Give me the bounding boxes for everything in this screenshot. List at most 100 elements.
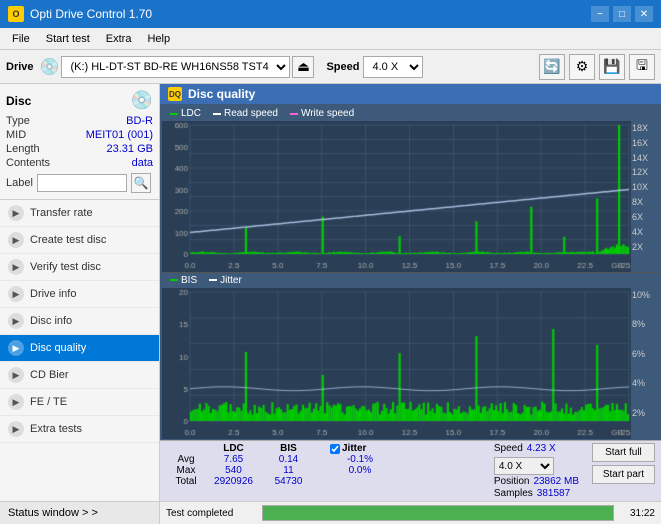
sidebar-item-disc-quality[interactable]: ▶ Disc quality bbox=[0, 335, 159, 362]
progress-bar-outer bbox=[262, 505, 614, 521]
cd-bier-icon: ▶ bbox=[8, 367, 24, 383]
disc-contents-label: Contents bbox=[6, 157, 50, 169]
legend-jitter: Jitter bbox=[209, 275, 242, 286]
disc-length-label: Length bbox=[6, 143, 40, 155]
position-key: Position bbox=[494, 476, 530, 487]
y1-4x: 4X bbox=[632, 227, 658, 237]
y2-2pct: 2% bbox=[632, 408, 658, 418]
disc-contents-val: data bbox=[132, 157, 153, 169]
maximize-button[interactable]: □ bbox=[613, 6, 631, 22]
disc-label-input[interactable] bbox=[37, 174, 127, 192]
menu-file[interactable]: File bbox=[4, 31, 38, 47]
disc-header: Disc 💿 bbox=[6, 90, 153, 111]
disc-mid-label: MID bbox=[6, 129, 26, 141]
legend-ldc-label: LDC bbox=[181, 108, 201, 119]
sidebar-item-cd-bier[interactable]: ▶ CD Bier bbox=[0, 362, 159, 389]
speed-val: 4.23 X bbox=[527, 443, 556, 454]
verify-test-disc-icon: ▶ bbox=[8, 259, 24, 275]
avg-bis: 0.14 bbox=[261, 454, 316, 465]
sidebar-item-verify-test-disc[interactable]: ▶ Verify test disc bbox=[0, 254, 159, 281]
speed-position-section: Speed 4.23 X 4.0 X Position 23862 MB Sam… bbox=[494, 443, 584, 499]
menu-extra[interactable]: Extra bbox=[98, 31, 140, 47]
menu-bar: File Start test Extra Help bbox=[0, 28, 661, 50]
burn-button[interactable]: 💾 bbox=[599, 54, 625, 80]
max-jitter: 0.0% bbox=[330, 465, 390, 476]
sidebar-item-fe-te[interactable]: ▶ FE / TE bbox=[0, 389, 159, 416]
stats-h-ldc: LDC bbox=[206, 443, 261, 454]
total-ldc: 2920926 bbox=[206, 476, 261, 487]
stats-speed-select[interactable]: 4.0 X bbox=[494, 457, 554, 475]
close-button[interactable]: ✕ bbox=[635, 6, 653, 22]
avg-label: Avg bbox=[166, 454, 206, 465]
stats-total-row: Total 2920926 54730 bbox=[166, 476, 490, 487]
sidebar-item-create-test-disc[interactable]: ▶ Create test disc bbox=[0, 227, 159, 254]
eject-button[interactable]: ⏏ bbox=[292, 56, 314, 78]
legend-jitter-label: Jitter bbox=[220, 275, 242, 286]
y1-2x: 2X bbox=[632, 242, 658, 252]
app-icon: O bbox=[8, 6, 24, 22]
total-bis: 54730 bbox=[261, 476, 316, 487]
disc-quality-title: Disc quality bbox=[188, 87, 255, 101]
disc-title: Disc bbox=[6, 94, 31, 108]
progress-text: Test completed bbox=[166, 508, 256, 519]
legend-read-speed-color bbox=[213, 113, 221, 115]
avg-sep bbox=[316, 454, 330, 465]
y1-14x: 14X bbox=[632, 153, 658, 163]
chart1-area: 18X 16X 14X 12X 10X 8X 6X 4X 2X bbox=[162, 121, 659, 272]
sidebar: Disc 💿 Type BD-R MID MEIT01 (001) Length… bbox=[0, 84, 160, 524]
progress-bar-inner bbox=[263, 506, 613, 520]
create-test-disc-label: Create test disc bbox=[30, 234, 106, 246]
speed-key: Speed bbox=[494, 443, 523, 454]
disc-length-val: 23.31 GB bbox=[107, 143, 153, 155]
disc-mid-val: MEIT01 (001) bbox=[86, 129, 153, 141]
chart1-container: LDC Read speed Write speed 18X bbox=[162, 106, 659, 272]
speed-select-row: 4.0 X bbox=[494, 457, 584, 475]
y1-10x: 10X bbox=[632, 182, 658, 192]
legend-ldc-color bbox=[170, 113, 178, 115]
sidebar-item-extra-tests[interactable]: ▶ Extra tests bbox=[0, 416, 159, 443]
disc-quality-label: Disc quality bbox=[30, 342, 86, 354]
disc-quality-header: DQ Disc quality bbox=[160, 84, 661, 104]
legend-read-speed: Read speed bbox=[213, 108, 278, 119]
legend-write-speed-label: Write speed bbox=[301, 108, 354, 119]
speed-label: Speed bbox=[326, 61, 359, 73]
settings-button[interactable]: ⚙ bbox=[569, 54, 595, 80]
start-part-button[interactable]: Start part bbox=[592, 465, 655, 484]
sidebar-item-drive-info[interactable]: ▶ Drive info bbox=[0, 281, 159, 308]
menu-start-test[interactable]: Start test bbox=[38, 31, 98, 47]
speed-select[interactable]: 4.0 X bbox=[363, 56, 423, 78]
refresh-button[interactable]: 🔄 bbox=[539, 54, 565, 80]
progress-area: Test completed 31:22 bbox=[160, 501, 661, 524]
sidebar-item-transfer-rate[interactable]: ▶ Transfer rate bbox=[0, 200, 159, 227]
disc-label-button[interactable]: 🔍 bbox=[131, 173, 151, 193]
menu-help[interactable]: Help bbox=[139, 31, 178, 47]
stats-table: LDC BIS Jitter Avg 7.65 0.14 bbox=[166, 443, 490, 487]
stats-headers: LDC BIS Jitter bbox=[166, 443, 490, 454]
main-area: Disc 💿 Type BD-R MID MEIT01 (001) Length… bbox=[0, 84, 661, 524]
title-bar: O Opti Drive Control 1.70 − □ ✕ bbox=[0, 0, 661, 28]
y2-8pct: 8% bbox=[632, 319, 658, 329]
disc-quality-header-icon: DQ bbox=[168, 87, 182, 101]
extra-tests-icon: ▶ bbox=[8, 421, 24, 437]
legend-bis: BIS bbox=[170, 275, 197, 286]
y2-4pct: 4% bbox=[632, 378, 658, 388]
status-window[interactable]: Status window > > bbox=[0, 501, 159, 524]
toolbar: Drive 💿 (K:) HL-DT-ST BD-RE WH16NS58 TST… bbox=[0, 50, 661, 84]
y1-18x: 18X bbox=[632, 123, 658, 133]
sidebar-item-disc-info[interactable]: ▶ Disc info bbox=[0, 308, 159, 335]
jitter-label: Jitter bbox=[342, 443, 366, 454]
window-controls: − □ ✕ bbox=[591, 6, 653, 22]
minimize-button[interactable]: − bbox=[591, 6, 609, 22]
start-buttons: Start full Start part bbox=[592, 443, 655, 484]
disc-section-icon: 💿 bbox=[131, 90, 153, 111]
avg-jitter: -0.1% bbox=[330, 454, 390, 465]
status-window-label: Status window > > bbox=[8, 507, 98, 519]
drive-label: Drive bbox=[6, 61, 34, 73]
jitter-checkbox[interactable] bbox=[330, 444, 340, 454]
cd-bier-label: CD Bier bbox=[30, 369, 69, 381]
drive-select[interactable]: (K:) HL-DT-ST BD-RE WH16NS58 TST4 bbox=[61, 56, 290, 78]
start-full-button[interactable]: Start full bbox=[592, 443, 655, 462]
drive-info-icon: ▶ bbox=[8, 286, 24, 302]
fe-te-icon: ▶ bbox=[8, 394, 24, 410]
save-button[interactable]: 🖫 bbox=[629, 54, 655, 80]
